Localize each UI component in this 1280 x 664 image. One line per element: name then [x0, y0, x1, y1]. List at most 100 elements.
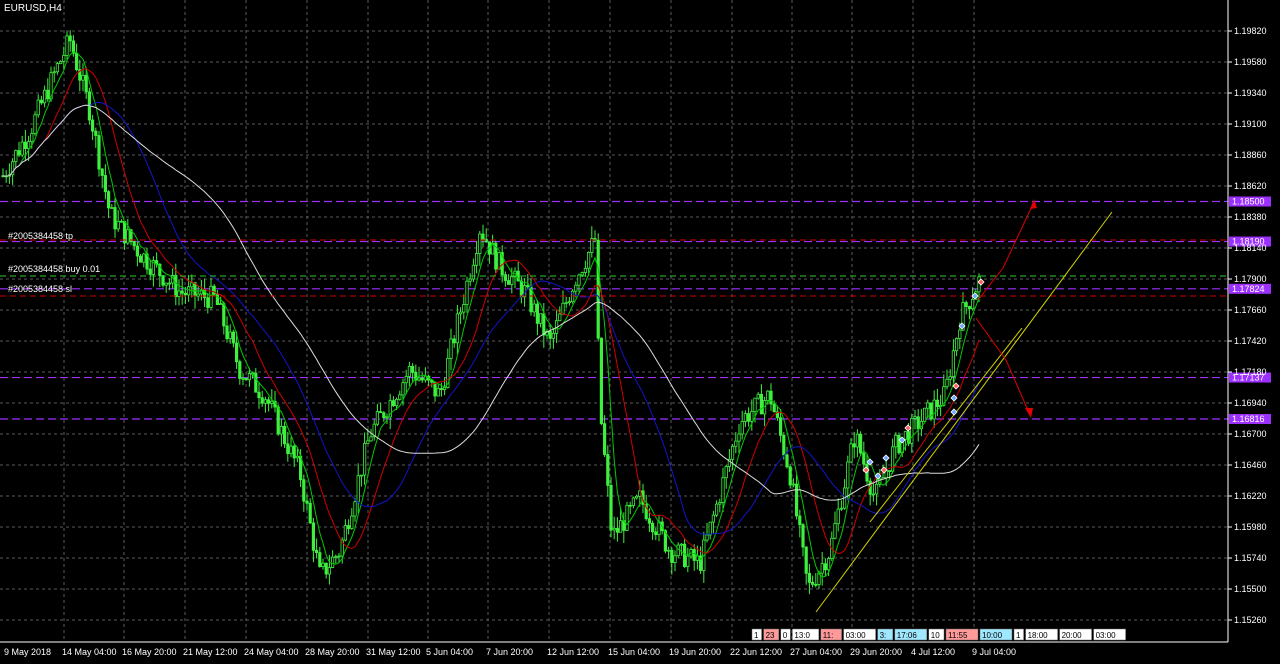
- ma-green-line: [2, 51, 980, 578]
- candle-body: [897, 434, 901, 454]
- price-tick-label: 1.17900: [1234, 274, 1267, 284]
- candle-body: [231, 331, 235, 344]
- time-strip-text: 11:55: [948, 631, 968, 640]
- candle-body: [103, 175, 107, 193]
- candle-body: [362, 443, 367, 476]
- candle-body: [369, 436, 373, 442]
- candle-body: [647, 518, 652, 524]
- time-tick-label: 24 May 04:00: [244, 647, 299, 657]
- candle-body: [635, 495, 639, 499]
- time-strip-text: 0: [783, 631, 788, 640]
- price-tick-label: 1.15740: [1234, 553, 1267, 563]
- time-strip-text: 1: [754, 631, 759, 640]
- candle-body: [756, 393, 760, 399]
- candle-body: [740, 421, 744, 435]
- price-chart[interactable]: 1.185001.181901.178241.171371.16816 #200…: [0, 0, 1280, 664]
- candle-body: [801, 524, 805, 548]
- candle-body: [971, 298, 975, 310]
- level-1-price-text: 1.18500: [1232, 197, 1265, 207]
- candle-body: [967, 306, 972, 310]
- candle-body: [871, 493, 876, 496]
- trendline-main[interactable]: [815, 211, 1113, 613]
- candle-body: [711, 514, 716, 523]
- candle-body: [257, 391, 261, 399]
- candle-body: [94, 130, 98, 136]
- candle-body: [17, 150, 21, 156]
- time-strip-text: 20:00: [1062, 631, 1083, 640]
- projection-down-line[interactable]: [975, 317, 1031, 416]
- candle-body: [948, 376, 952, 380]
- order-sl-label: #2005384458 sl: [8, 284, 72, 294]
- candle-body: [580, 272, 584, 276]
- candle-body: [314, 549, 319, 554]
- candle-body: [692, 549, 696, 561]
- candle-body: [523, 285, 527, 298]
- time-tick-label: 4 Jul 12:00: [911, 647, 955, 657]
- candle-body: [346, 525, 351, 529]
- candle-body: [587, 252, 591, 269]
- time-tick-label: 15 Jun 04:00: [608, 647, 660, 657]
- candle-body: [577, 274, 581, 286]
- candle-body: [164, 282, 168, 286]
- candlestick-series: [1, 30, 981, 595]
- candle-body: [36, 99, 40, 116]
- price-tick-label: 1.15980: [1234, 522, 1267, 532]
- candle-body: [670, 549, 674, 563]
- candle-body: [39, 99, 44, 104]
- candle-body: [468, 278, 472, 282]
- price-tick-label: 1.17660: [1234, 305, 1267, 315]
- candle-body: [276, 406, 280, 435]
- candle-body: [798, 515, 802, 526]
- trendline-secondary[interactable]: [869, 327, 1023, 523]
- candle-body: [84, 74, 88, 93]
- candle-body: [583, 267, 588, 273]
- candle-body: [779, 417, 783, 436]
- candle-body: [394, 398, 399, 407]
- trade-marker-icon[interactable]: [904, 424, 912, 432]
- candle-body: [721, 477, 725, 503]
- candle-body: [737, 433, 741, 442]
- candle-body: [375, 411, 380, 425]
- candle-body: [353, 501, 357, 517]
- candle-body: [318, 552, 322, 567]
- time-tick-label: 9 May 2018: [4, 647, 51, 657]
- time-strip-text: 17:06: [897, 631, 918, 640]
- candle-body: [827, 558, 831, 571]
- candle-body: [923, 407, 927, 422]
- time-tick-label: 21 May 12:00: [183, 647, 238, 657]
- price-tick-label: 1.19580: [1234, 57, 1267, 67]
- candle-body: [926, 402, 930, 409]
- candle-body: [935, 399, 940, 407]
- drawn-objects[interactable]: #2005384458 tp #2005384458 buy 0.01 #20053…: [0, 199, 1228, 613]
- candle-body: [266, 399, 271, 404]
- candle-body: [542, 313, 546, 336]
- time-tick-label: 16 May 20:00: [122, 647, 177, 657]
- candle-body: [558, 313, 562, 322]
- time-strip-text: 3:: [880, 631, 887, 640]
- trade-marker-icon[interactable]: [950, 408, 958, 416]
- candle-body: [782, 434, 786, 456]
- candle-body: [455, 313, 460, 344]
- candle-body: [52, 71, 56, 74]
- candle-body: [679, 543, 684, 546]
- price-tick-label: 1.17180: [1234, 367, 1267, 377]
- candle-body: [142, 253, 146, 263]
- candle-body: [356, 475, 360, 503]
- trade-marker-icon[interactable]: [882, 454, 890, 462]
- candle-body: [391, 400, 396, 407]
- time-tick-label: 29 Jun 20:00: [850, 647, 902, 657]
- candle-body: [599, 337, 604, 425]
- candle-body: [449, 338, 453, 359]
- candle-body: [382, 412, 386, 419]
- candle-body: [238, 361, 242, 379]
- candle-body: [913, 416, 917, 419]
- candle-body: [855, 433, 860, 448]
- time-tick-label: 14 May 04:00: [62, 647, 117, 657]
- candle-body: [359, 474, 364, 477]
- candle-body: [551, 332, 556, 339]
- time-strip[interactable]: 1 23 0 13:0 11: 03:00 3: 17:06 10 11:55 10:00 1 18:0…: [751, 628, 1126, 641]
- candle-body: [718, 502, 722, 505]
- time-strip-text: 11:: [823, 631, 834, 640]
- candle-body: [68, 35, 72, 42]
- candle-body: [791, 483, 796, 486]
